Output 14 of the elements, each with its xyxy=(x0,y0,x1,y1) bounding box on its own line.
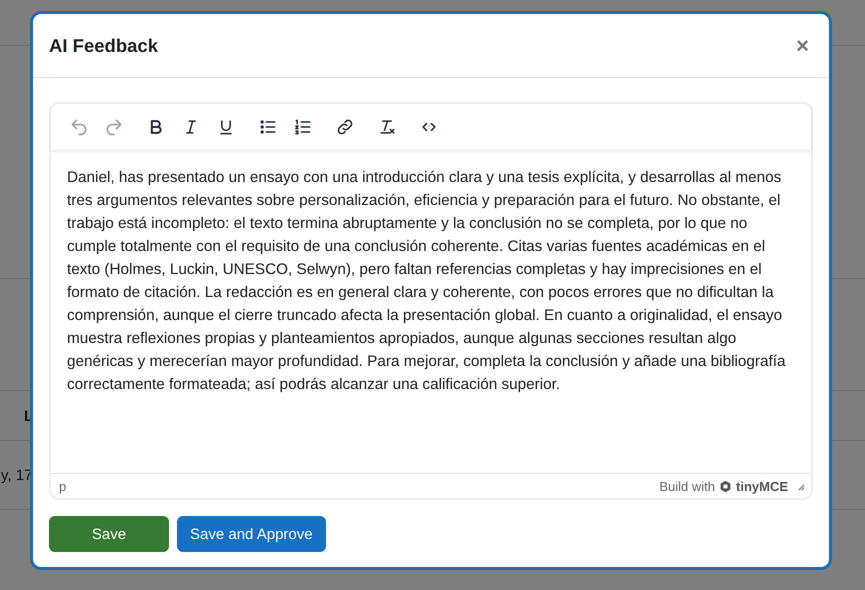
link-icon xyxy=(335,117,355,137)
dialog-title: AI Feedback xyxy=(49,34,158,56)
branding-text: Build with xyxy=(659,478,715,494)
resize-handle-icon[interactable] xyxy=(796,482,805,490)
feedback-text[interactable]: Daniel, has presentado un ensayo con una introducción clara y una tesis explícita, y desarrollas al menos tres argumentos relevantes sobre personalización, eficiencia y preparación para el futuro. No obstante, el trabajo está incompleto: el texto termina abruptamente y la conclusión no se completa, por lo que no cumple totalmente con el requisito de una conclusión coherente. Citas varias fuentes académicas en el texto (Holmes, Luckin, UNESCO, Selwyn), pero faltan referencias completas y hay imprecisiones en el formato de citación. La redacción es en general clara y coherente, con pocos errores que no dificultan la comprensión, aunque el cierre truncado afecta la presentación global. En cuanto a originalidad, el ensayo muestra reflexiones propias y planteamientos apropiados, aunque algunas secciones resultan algo genéricas y merecerían mayor profundidad. Para mejorar, completa la conclusión y añade una bibliografía correctamente formateada; así podrás alcanzar una calificación superior. xyxy=(51,150,811,473)
undo-icon xyxy=(69,117,89,137)
save-button[interactable]: Save xyxy=(49,516,169,552)
numbered-list-icon xyxy=(293,117,313,137)
save-and-approve-button[interactable]: Save and Approve xyxy=(177,516,326,552)
logo-icon xyxy=(719,480,732,492)
brand-name[interactable]: tinyMCE xyxy=(736,478,788,494)
close-button[interactable]: × xyxy=(794,34,811,56)
element-path: p xyxy=(59,478,66,494)
redo-icon xyxy=(104,117,124,137)
